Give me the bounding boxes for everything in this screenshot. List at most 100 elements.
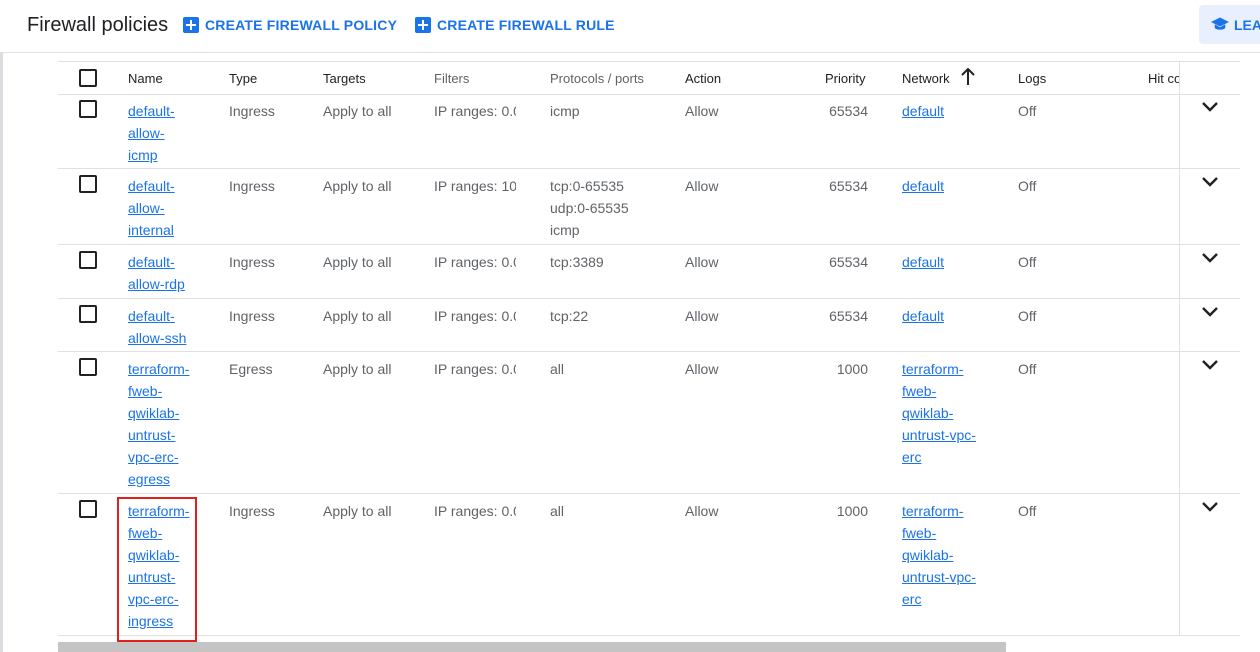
action-cell: Allow [685, 103, 719, 119]
chevron-down-icon[interactable] [1201, 359, 1219, 371]
action-cell: Allow [685, 254, 719, 270]
create-firewall-policy-button[interactable]: CREATE FIREWALL POLICY [183, 15, 397, 35]
create-firewall-rule-label: CREATE FIREWALL RULE [437, 17, 615, 33]
row-checkbox[interactable] [79, 358, 97, 376]
rule-name-cell: default- allow- icmp [128, 100, 208, 166]
top-bar: Firewall policies CREATE FIREWALL POLICY… [0, 0, 1260, 53]
filters-cell: IP ranges: 0.0 [434, 308, 516, 324]
chevron-down-icon[interactable] [1201, 501, 1219, 513]
chevron-down-icon[interactable] [1201, 176, 1219, 188]
protocols-cell: tcp:22 [550, 308, 589, 324]
action-cell: Allow [685, 178, 719, 194]
network-link[interactable]: terraform- fweb- qwiklab- untrust-vpc- e… [902, 361, 976, 465]
logs-cell: Off [1018, 254, 1037, 270]
protocols-cell: all [550, 361, 565, 377]
priority-cell: 65534 [829, 254, 868, 270]
targets-cell: Apply to all [323, 178, 392, 194]
chevron-down-icon[interactable] [1201, 306, 1219, 318]
rule-name-link[interactable]: default- allow-rdp [128, 254, 185, 292]
table-row: default- allow- internal Ingress Apply t… [58, 168, 1240, 245]
column-header-filters: Filters [434, 71, 470, 86]
network-cell: terraform- fweb- qwiklab- untrust-vpc- e… [902, 500, 992, 610]
column-header-hit-count[interactable]: Hit co [1148, 71, 1180, 86]
type-cell: Ingress [229, 503, 275, 519]
table-row: terraform- fweb- qwiklab- untrust- vpc-e… [58, 351, 1240, 494]
filters-cell: IP ranges: 0.0 [434, 361, 516, 377]
rule-name-cell: default- allow-ssh [128, 305, 208, 349]
chevron-down-icon[interactable] [1201, 101, 1219, 113]
targets-cell: Apply to all [323, 103, 392, 119]
protocols-cell: all [550, 503, 565, 519]
rule-name-link[interactable]: default- allow- internal [128, 178, 175, 238]
protocols-cell: tcp:3389 [550, 254, 604, 270]
column-header-logs[interactable]: Logs [1018, 71, 1046, 86]
table-header: Name Type Targets Filters Protocols / po… [58, 61, 1240, 95]
column-header-priority[interactable]: Priority [825, 71, 865, 86]
network-cell: default [902, 175, 992, 197]
rule-name-link[interactable]: default- allow-ssh [128, 308, 186, 346]
priority-cell: 65534 [829, 103, 868, 119]
select-all-checkbox[interactable] [79, 69, 97, 87]
rule-name-link[interactable]: default- allow- icmp [128, 103, 175, 163]
left-rail [0, 53, 3, 652]
filters-cell: IP ranges: 0.0 [434, 503, 516, 519]
network-link[interactable]: default [902, 178, 944, 194]
network-cell: default [902, 100, 992, 122]
logs-cell: Off [1018, 503, 1037, 519]
school-icon [1211, 17, 1229, 30]
expand-cell [1179, 93, 1240, 168]
network-cell: default [902, 251, 992, 273]
expand-cell [1179, 244, 1240, 298]
column-header-name[interactable]: Name [128, 71, 163, 86]
learn-label: LEA [1234, 16, 1260, 33]
expand-cell [1179, 493, 1240, 635]
row-checkbox[interactable] [79, 500, 97, 518]
action-cell: Allow [685, 503, 719, 519]
table-row: default- allow- icmp Ingress Apply to al… [58, 93, 1240, 169]
horizontal-scrollbar[interactable] [58, 642, 1006, 652]
rule-name-cell: terraform- fweb- qwiklab- untrust- vpc-e… [128, 500, 208, 632]
sort-ascending-icon[interactable] [961, 68, 975, 86]
expand-cell [1179, 168, 1240, 244]
expand-cell [1179, 351, 1240, 493]
logs-cell: Off [1018, 103, 1037, 119]
logs-cell: Off [1018, 308, 1037, 324]
row-checkbox[interactable] [79, 175, 97, 193]
network-link[interactable]: default [902, 103, 944, 119]
rule-name-link[interactable]: terraform- fweb- qwiklab- untrust- vpc-e… [128, 503, 189, 629]
rule-name-cell: terraform- fweb- qwiklab- untrust- vpc-e… [128, 358, 208, 490]
type-cell: Ingress [229, 103, 275, 119]
table-row: terraform- fweb- qwiklab- untrust- vpc-e… [58, 493, 1240, 636]
column-header-protocols: Protocols / ports [550, 71, 644, 86]
add-box-icon [415, 17, 431, 33]
column-header-targets[interactable]: Targets [323, 71, 366, 86]
type-cell: Ingress [229, 308, 275, 324]
network-link[interactable]: default [902, 308, 944, 324]
action-cell: Allow [685, 361, 719, 377]
column-header-network[interactable]: Network [902, 71, 950, 86]
create-firewall-rule-button[interactable]: CREATE FIREWALL RULE [415, 15, 615, 35]
network-link[interactable]: default [902, 254, 944, 270]
row-checkbox[interactable] [79, 305, 97, 323]
column-header-type[interactable]: Type [229, 71, 257, 86]
logs-cell: Off [1018, 361, 1037, 377]
learn-button[interactable]: LEA [1199, 5, 1260, 44]
row-checkbox[interactable] [79, 100, 97, 118]
priority-cell: 65534 [829, 308, 868, 324]
table-row: default- allow-ssh Ingress Apply to all … [58, 298, 1240, 352]
targets-cell: Apply to all [323, 254, 392, 270]
priority-cell: 1000 [836, 361, 868, 377]
column-header-action[interactable]: Action [685, 71, 721, 86]
rule-name-cell: default- allow- internal [128, 175, 208, 241]
chevron-down-icon[interactable] [1201, 252, 1219, 264]
expand-cell [1179, 298, 1240, 351]
create-firewall-policy-label: CREATE FIREWALL POLICY [205, 17, 398, 33]
protocols-cell: icmp [550, 103, 580, 119]
rule-name-link[interactable]: terraform- fweb- qwiklab- untrust- vpc-e… [128, 361, 189, 487]
page-title: Firewall policies [27, 14, 169, 36]
network-cell: default [902, 305, 992, 327]
network-link[interactable]: terraform- fweb- qwiklab- untrust-vpc- e… [902, 503, 976, 607]
row-checkbox[interactable] [79, 251, 97, 269]
targets-cell: Apply to all [323, 361, 392, 377]
targets-cell: Apply to all [323, 503, 392, 519]
